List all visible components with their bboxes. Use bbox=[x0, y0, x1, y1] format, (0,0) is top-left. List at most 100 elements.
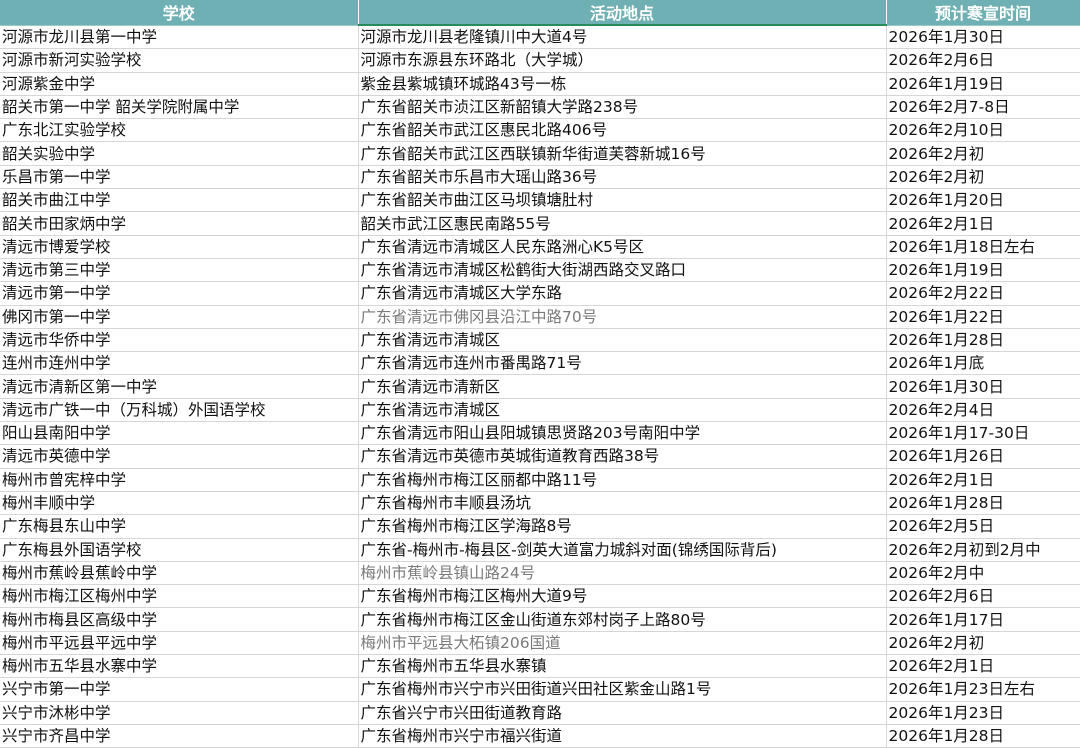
cell-location[interactable]: 广东省梅州市梅江区金山街道东郊村岗子上路80号 bbox=[358, 607, 887, 632]
cell-location[interactable]: 广东省清远市清城区人民东路洲心K5号区 bbox=[358, 235, 887, 259]
cell-time[interactable]: 2026年1月底 bbox=[886, 351, 1080, 376]
cell-school[interactable]: 梅州市曾宪梓中学 bbox=[0, 468, 359, 492]
cell-location[interactable]: 广东省梅州市兴宁市兴田街道兴田社区紫金山路1号 bbox=[358, 677, 887, 702]
column-header-school[interactable]: 学校 bbox=[0, 0, 359, 26]
cell-school[interactable]: 清远市第三中学 bbox=[0, 258, 359, 283]
cell-time[interactable]: 2026年2月初到2月中 bbox=[886, 538, 1080, 562]
cell-school[interactable]: 梅州市梅江区梅州中学 bbox=[0, 584, 359, 609]
cell-location[interactable]: 广东省梅州市梅江区丽都中路11号 bbox=[358, 468, 887, 492]
cell-location[interactable]: 河源市东源县东环路北（大学城） bbox=[358, 48, 887, 73]
cell-time[interactable]: 2026年2月初 bbox=[886, 141, 1080, 166]
cell-time[interactable]: 2026年1月18日左右 bbox=[886, 235, 1080, 259]
cell-school[interactable]: 广东北江实验学校 bbox=[0, 118, 359, 143]
cell-school[interactable]: 河源市新河实验学校 bbox=[0, 48, 359, 73]
cell-location[interactable]: 广东省韶关市曲江区马坝镇塘肚村 bbox=[358, 188, 887, 213]
cell-location[interactable]: 广东省-梅州市-梅县区-剑英大道富力城斜对面(锦绣国际背后) bbox=[358, 538, 887, 562]
cell-time[interactable]: 2026年1月30日 bbox=[886, 25, 1080, 50]
cell-location[interactable]: 广东省梅州市梅江区梅州大道9号 bbox=[358, 584, 887, 609]
cell-time[interactable]: 2026年2月中 bbox=[886, 561, 1080, 586]
cell-location[interactable]: 广东省清远市清城区大学东路 bbox=[358, 281, 887, 306]
cell-time[interactable]: 2026年1月26日 bbox=[886, 444, 1080, 469]
cell-time[interactable]: 2026年2月10日 bbox=[886, 118, 1080, 143]
cell-school[interactable]: 韶关市第一中学 韶关学院附属中学 bbox=[0, 95, 359, 120]
table-row: 梅州市梅江区梅州中学 广东省梅州市梅江区梅州大道9号 2026年2月6日 bbox=[0, 584, 1080, 609]
cell-school[interactable]: 韶关实验中学 bbox=[0, 141, 359, 166]
cell-school[interactable]: 韶关市田家炳中学 bbox=[0, 211, 359, 236]
cell-location[interactable]: 广东省清远市佛冈县沿江中路70号 bbox=[358, 305, 887, 329]
cell-time[interactable]: 2026年1月23日左右 bbox=[886, 677, 1080, 702]
column-header-location[interactable]: 活动地点 bbox=[358, 0, 887, 26]
cell-location[interactable]: 广东省梅州市丰顺县汤坑 bbox=[358, 491, 887, 516]
cell-location[interactable]: 梅州市蕉岭县镇山路24号 bbox=[358, 561, 887, 586]
cell-time[interactable]: 2026年2月6日 bbox=[886, 48, 1080, 73]
cell-school[interactable]: 乐昌市第一中学 bbox=[0, 165, 359, 190]
cell-location[interactable]: 广东省清远市清城区 bbox=[358, 398, 887, 423]
cell-school[interactable]: 清远市广铁一中（万科城）外国语学校 bbox=[0, 398, 359, 423]
cell-school[interactable]: 梅州市平远县平远中学 bbox=[0, 631, 359, 656]
cell-school[interactable]: 清远市清新区第一中学 bbox=[0, 374, 359, 399]
cell-time[interactable]: 2026年2月5日 bbox=[886, 514, 1080, 539]
cell-location[interactable]: 广东省韶关市武江区西联镇新华街道芙蓉新城16号 bbox=[358, 141, 887, 166]
cell-school[interactable]: 梅州市五华县水寨中学 bbox=[0, 654, 359, 679]
cell-time[interactable]: 2026年2月7-8日 bbox=[886, 95, 1080, 120]
cell-location[interactable]: 广东省清远市清新区 bbox=[358, 374, 887, 399]
cell-school[interactable]: 清远市英德中学 bbox=[0, 444, 359, 469]
cell-time[interactable]: 2026年2月1日 bbox=[886, 211, 1080, 236]
cell-school[interactable]: 河源紫金中学 bbox=[0, 72, 359, 96]
cell-school[interactable]: 广东梅县外国语学校 bbox=[0, 538, 359, 562]
cell-location[interactable]: 广东省韶关市浈江区新韶镇大学路238号 bbox=[358, 95, 887, 120]
cell-location[interactable]: 紫金县紫城镇环城路43号一栋 bbox=[358, 72, 887, 96]
cell-location[interactable]: 广东省清远市英德市英城街道教育西路38号 bbox=[358, 444, 887, 469]
cell-location[interactable]: 广东省清远市阳山县阳城镇思贤路203号南阳中学 bbox=[358, 421, 887, 446]
cell-location[interactable]: 广东省清远市连州市番禺路71号 bbox=[358, 351, 887, 376]
cell-time[interactable]: 2026年1月19日 bbox=[886, 72, 1080, 96]
cell-school[interactable]: 佛冈市第一中学 bbox=[0, 305, 359, 329]
cell-time[interactable]: 2026年1月28日 bbox=[886, 724, 1080, 748]
cell-school[interactable]: 韶关市曲江中学 bbox=[0, 188, 359, 213]
cell-location[interactable]: 广东省清远市清城区松鹤街大街湖西路交叉路口 bbox=[358, 258, 887, 283]
cell-school[interactable]: 清远市第一中学 bbox=[0, 281, 359, 306]
cell-location[interactable]: 广东省清远市清城区 bbox=[358, 328, 887, 353]
cell-time[interactable]: 2026年2月初 bbox=[886, 165, 1080, 190]
cell-time[interactable]: 2026年1月17-30日 bbox=[886, 421, 1080, 446]
table-row: 梅州市蕉岭县蕉岭中学 梅州市蕉岭县镇山路24号 2026年2月中 bbox=[0, 561, 1080, 586]
cell-school[interactable]: 阳山县南阳中学 bbox=[0, 421, 359, 446]
cell-school[interactable]: 清远市博爱学校 bbox=[0, 235, 359, 259]
cell-time[interactable]: 2026年1月28日 bbox=[886, 491, 1080, 516]
cell-location[interactable]: 河源市龙川县老隆镇川中大道4号 bbox=[358, 25, 887, 50]
cell-time[interactable]: 2026年2月1日 bbox=[886, 468, 1080, 492]
column-header-time[interactable]: 预计寒宣时间 bbox=[886, 0, 1080, 26]
cell-location[interactable]: 广东省梅州市五华县水寨镇 bbox=[358, 654, 887, 679]
cell-location[interactable]: 梅州市平远县大柘镇206国道 bbox=[358, 631, 887, 656]
cell-time[interactable]: 2026年1月28日 bbox=[886, 328, 1080, 353]
cell-school[interactable]: 兴宁市沐彬中学 bbox=[0, 701, 359, 725]
table-row: 韶关市曲江中学 广东省韶关市曲江区马坝镇塘肚村 2026年1月20日 bbox=[0, 188, 1080, 213]
cell-time[interactable]: 2026年2月4日 bbox=[886, 398, 1080, 423]
cell-school[interactable]: 广东梅县东山中学 bbox=[0, 514, 359, 539]
cell-time[interactable]: 2026年1月20日 bbox=[886, 188, 1080, 213]
cell-time[interactable]: 2026年2月初 bbox=[886, 631, 1080, 656]
cell-time[interactable]: 2026年1月19日 bbox=[886, 258, 1080, 283]
cell-location[interactable]: 广东省梅州市兴宁市福兴街道 bbox=[358, 724, 887, 748]
cell-school[interactable]: 河源市龙川县第一中学 bbox=[0, 25, 359, 50]
cell-time[interactable]: 2026年1月23日 bbox=[886, 701, 1080, 725]
cell-time[interactable]: 2026年2月6日 bbox=[886, 584, 1080, 609]
cell-school[interactable]: 清远市华侨中学 bbox=[0, 328, 359, 353]
cell-time[interactable]: 2026年2月1日 bbox=[886, 654, 1080, 679]
cell-location[interactable]: 广东省梅州市梅江区学海路8号 bbox=[358, 514, 887, 539]
cell-time[interactable]: 2026年1月22日 bbox=[886, 305, 1080, 329]
cell-school[interactable]: 兴宁市第一中学 bbox=[0, 677, 359, 702]
cell-school[interactable]: 兴宁市齐昌中学 bbox=[0, 724, 359, 748]
cell-school[interactable]: 梅州市蕉岭县蕉岭中学 bbox=[0, 561, 359, 586]
cell-school[interactable]: 梅州丰顺中学 bbox=[0, 491, 359, 516]
cell-time[interactable]: 2026年1月17日 bbox=[886, 607, 1080, 632]
cell-location[interactable]: 广东省韶关市武江区惠民北路406号 bbox=[358, 118, 887, 143]
cell-school[interactable]: 连州市连州中学 bbox=[0, 351, 359, 376]
cell-time[interactable]: 2026年1月30日 bbox=[886, 374, 1080, 399]
cell-location[interactable]: 广东省兴宁市兴田街道教育路 bbox=[358, 701, 887, 725]
cell-school[interactable]: 梅州市梅县区高级中学 bbox=[0, 607, 359, 632]
table-row: 阳山县南阳中学 广东省清远市阳山县阳城镇思贤路203号南阳中学 2026年1月17-… bbox=[0, 421, 1080, 446]
cell-location[interactable]: 广东省韶关市乐昌市大瑶山路36号 bbox=[358, 165, 887, 190]
cell-time[interactable]: 2026年2月22日 bbox=[886, 281, 1080, 306]
cell-location[interactable]: 韶关市武江区惠民南路55号 bbox=[358, 211, 887, 236]
